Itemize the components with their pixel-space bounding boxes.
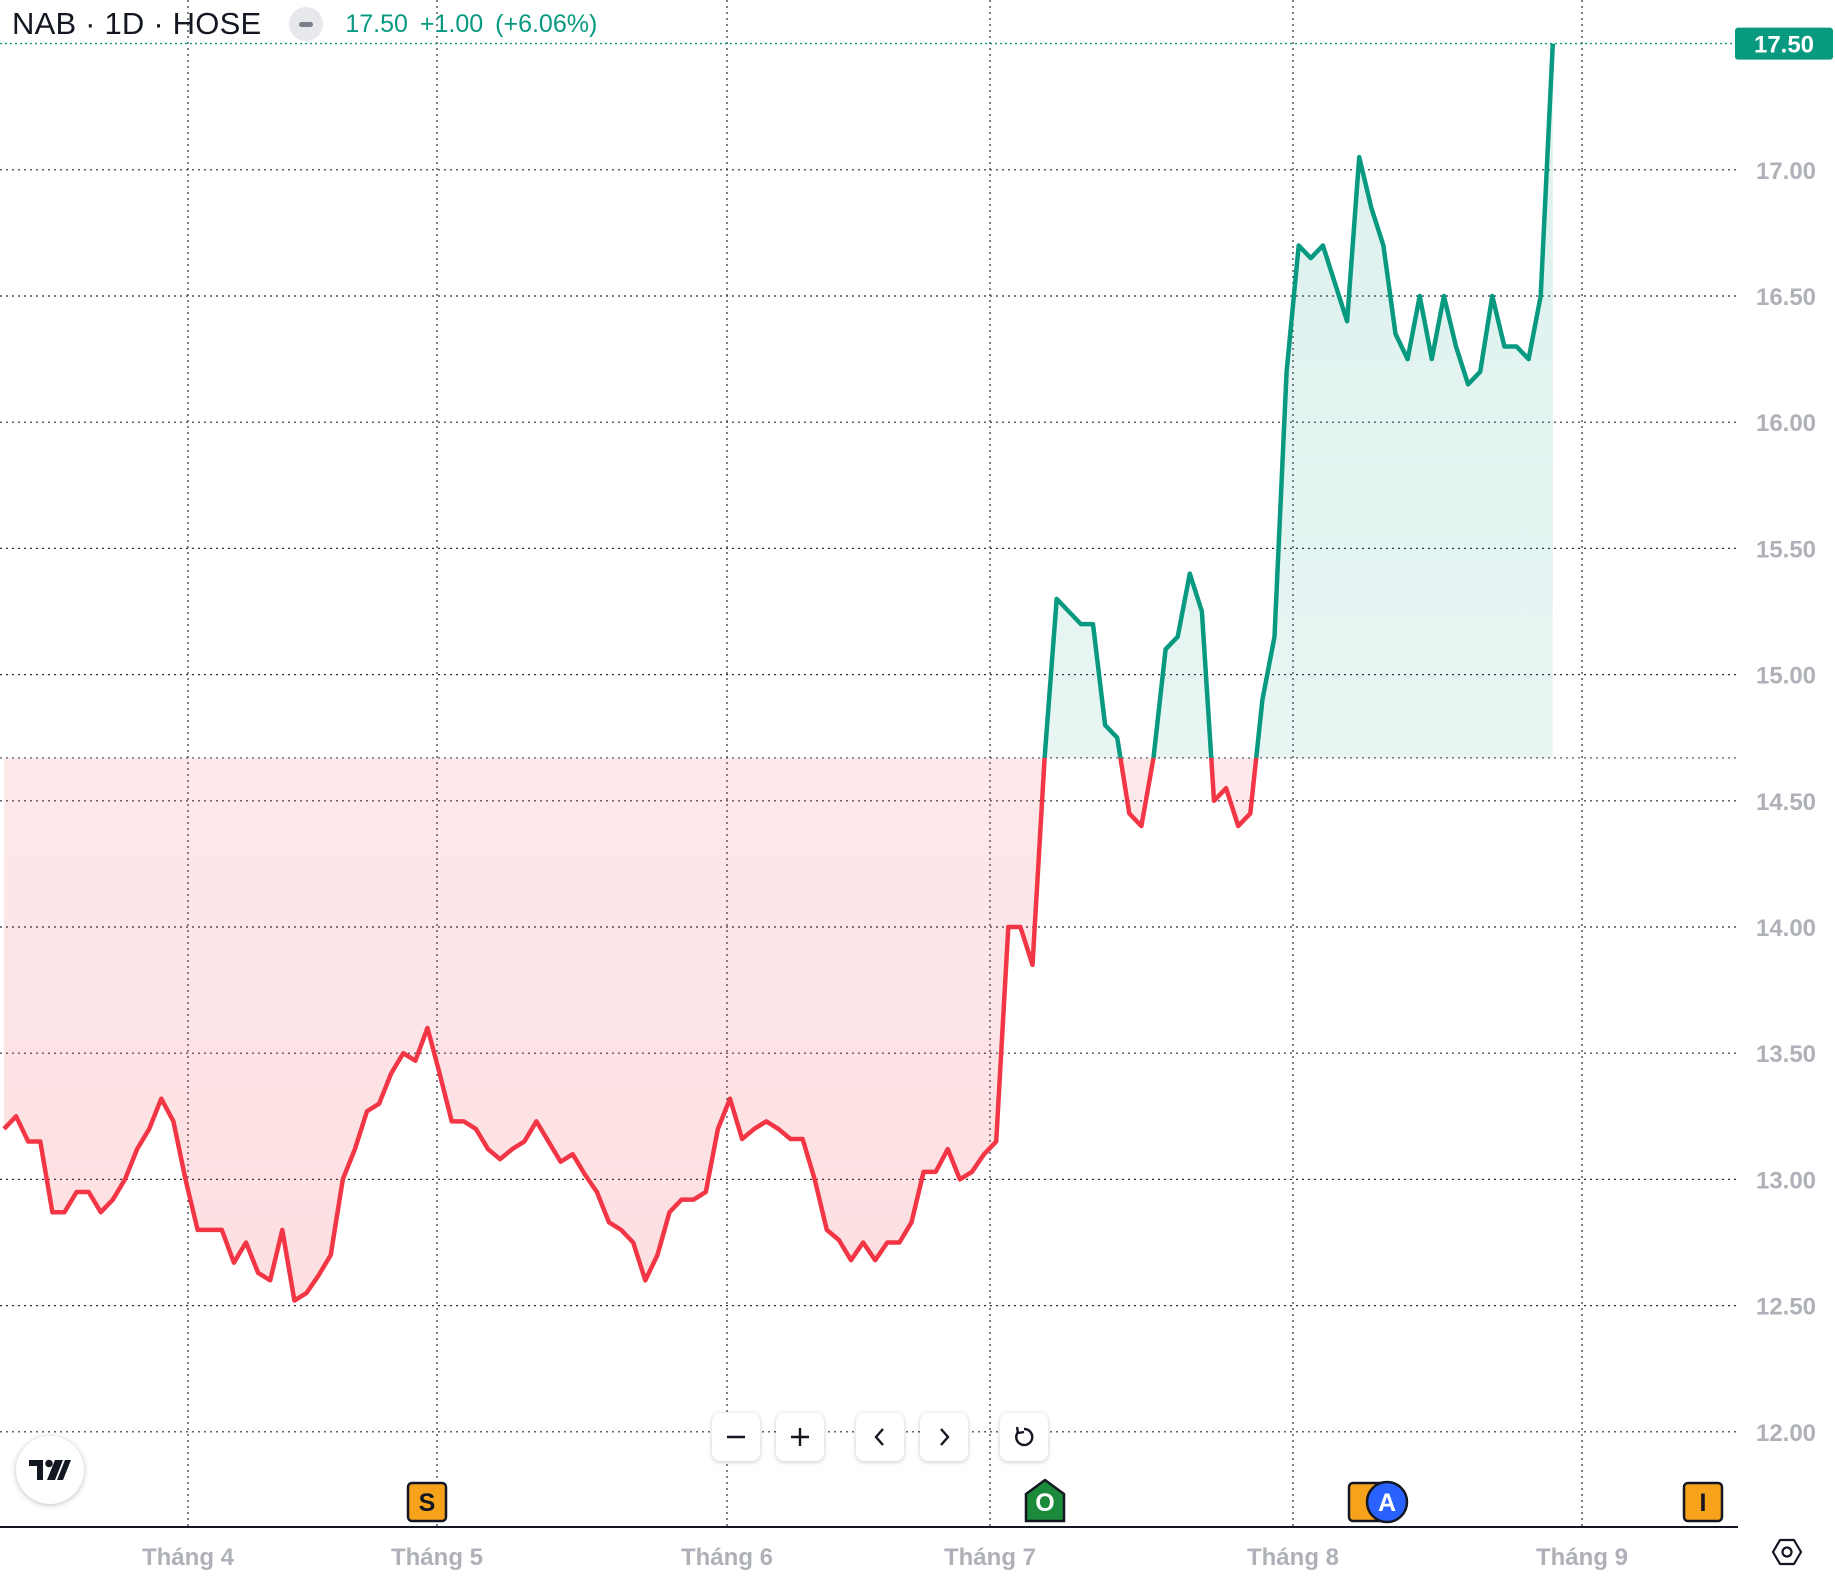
- symbol-legend: NAB · 1D · HOSE 17.50 +1.00 (+6.06%): [12, 4, 609, 44]
- plus-icon: [791, 1428, 809, 1446]
- event-marker[interactable]: I: [1682, 1481, 1724, 1523]
- last-price-label-text: 17.50: [1754, 32, 1814, 59]
- time-axis-tick-label: Tháng 8: [1247, 1544, 1339, 1571]
- time-axis-tick-label: Tháng 4: [142, 1544, 235, 1571]
- event-marker[interactable]: S: [406, 1481, 448, 1523]
- chevron-right-icon: [940, 1428, 950, 1446]
- price-axis-tick-label: 12.50: [1756, 1294, 1816, 1321]
- price-axis-tick-label: 16.50: [1756, 284, 1816, 311]
- price-axis-tick-label: 14.50: [1756, 789, 1816, 816]
- price-values: 17.50 +1.00 (+6.06%): [345, 10, 609, 39]
- event-marker-letter: A: [1378, 1489, 1396, 1517]
- price-axis-tick-label: 12.00: [1756, 1420, 1816, 1447]
- price-chart[interactable]: 12.00 12.50 13.00 13.50 14.00 14.50 15.00 15.50…: [0, 0, 1835, 1580]
- zoom-out-button[interactable]: [712, 1413, 760, 1461]
- time-axis-tick-label: Tháng 5: [391, 1544, 483, 1571]
- collapse-legend-button[interactable]: [289, 7, 324, 41]
- price-axis-tick-label: 15.00: [1756, 663, 1816, 690]
- time-axis-tick-label: Tháng 7: [944, 1544, 1036, 1571]
- price-axis-tick-label: 17.00: [1756, 158, 1816, 185]
- reset-chart-button[interactable]: [1000, 1413, 1048, 1461]
- last-price: 17.50: [345, 9, 408, 38]
- event-marker[interactable]: O: [1024, 1478, 1066, 1523]
- event-marker[interactable]: A: [1365, 1480, 1409, 1524]
- chevron-left-icon: [874, 1428, 884, 1446]
- event-marker-letter: I: [1700, 1489, 1707, 1517]
- minus-icon: [727, 1435, 745, 1439]
- price-axis-tick-label: 15.50: [1756, 536, 1816, 563]
- time-axis[interactable]: Tháng 4 Tháng 5 Tháng 6 Tháng 7 Tháng 8 Tháng…: [142, 1544, 1628, 1571]
- tradingview-logo[interactable]: [16, 1436, 84, 1504]
- symbol-title[interactable]: NAB · 1D · HOSE: [12, 6, 261, 42]
- event-marker-letter: O: [1035, 1489, 1054, 1517]
- event-marker-letter: S: [419, 1489, 436, 1517]
- time-axis-tick-label: Tháng 9: [1536, 1544, 1628, 1571]
- scroll-left-button[interactable]: [856, 1413, 904, 1461]
- reset-icon: [1015, 1426, 1034, 1447]
- tradingview-logo-icon: [29, 1459, 71, 1480]
- price-change-percent: (+6.06%): [495, 9, 598, 38]
- price-change: +1.00: [419, 9, 484, 38]
- settings-hex-icon: [1771, 1538, 1803, 1566]
- price-axis-tick-label: 13.00: [1756, 1167, 1816, 1194]
- price-axis-tick-label: 14.00: [1756, 915, 1816, 942]
- scroll-right-button[interactable]: [920, 1413, 968, 1461]
- zoom-in-button[interactable]: [776, 1413, 824, 1461]
- chart-settings-button[interactable]: [1771, 1536, 1803, 1568]
- last-price-label: 17.50: [1735, 27, 1833, 60]
- event-markers: SOAI: [406, 1478, 1724, 1524]
- time-axis-tick-label: Tháng 6: [681, 1544, 773, 1571]
- price-axis-tick-label: 13.50: [1756, 1041, 1816, 1068]
- price-axis-tick-label: 16.00: [1756, 410, 1816, 437]
- price-axis[interactable]: 12.00 12.50 13.00 13.50 14.00 14.50 15.00 15.50…: [1756, 158, 1816, 1447]
